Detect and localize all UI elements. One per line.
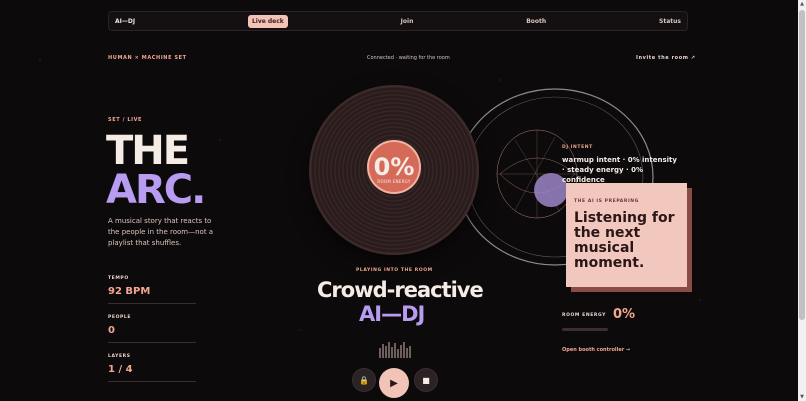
level-bar [391,347,393,358]
room-energy-value: 0% [613,307,636,322]
room-energy-caption: ROOM ENERGY [377,178,411,184]
nav-tab-live-deck[interactable]: Live deck [247,14,288,28]
level-bar [409,346,411,358]
set-label: HUMAN × MACHINE SET [108,55,187,61]
brand-logo[interactable]: AI—DJ [115,18,135,25]
invite-room-link[interactable]: Invite the room ↗ [636,55,696,61]
stat-value: 92 BPM [108,286,151,297]
stat-value: 0 [108,325,115,336]
hero-title-line1: THE [106,128,190,174]
scrollbar-thumb[interactable] [799,10,805,320]
open-booth-link[interactable]: Open booth controller → [562,347,630,353]
preparing-message: Listening for the next musical moment. [574,210,675,271]
dj-intent-eyebrow: DJ INTENT [562,145,593,150]
stop-button[interactable]: ■ [414,368,438,392]
level-bar [379,348,381,358]
stat-label: TEMPO [108,276,129,281]
set-eyebrow: SET / LIVE [108,117,143,123]
stat-tempo: TEMPO 92 BPM [108,276,196,304]
hero-title-line2: ARC. [106,167,206,213]
audio-level-meter [379,342,411,358]
stat-label: PEOPLE [108,315,132,320]
dj-intent-text: warmup intent · 0% intensity · steady en… [562,156,677,184]
scrollbar[interactable]: ▲ ▼ [798,0,806,401]
room-energy-bar [562,328,608,331]
connection-status: Connected · waiting for the room [367,55,450,61]
level-bar [403,342,405,358]
level-bar [394,343,396,358]
preparing-card: THE AI IS PREPARING Listening for the ne… [566,183,687,287]
stat-label: LAYERS [108,354,131,359]
lock-icon: 🔒 [359,375,369,385]
level-bar [397,349,399,358]
hero-tagline: A musical story that reacts to the peopl… [108,217,214,247]
play-icon: ▶ [390,377,398,389]
scroll-up-icon[interactable]: ▲ [799,1,805,7]
level-bar [382,344,384,358]
stat-layers: LAYERS 1 / 4 [108,354,196,382]
room-energy-label: ROOM ENERGY [562,313,606,318]
now-playing-title: Crowd-reactive [317,278,484,302]
level-bar [406,348,408,358]
level-bar [388,342,390,358]
nav-tab-join[interactable]: Join [401,18,414,25]
now-playing-subtitle: AI—DJ [359,302,425,326]
now-playing-eyebrow: PLAYING INTO THE ROOM [356,268,433,273]
stat-people: PEOPLE 0 [108,315,196,343]
preparing-eyebrow: THE AI IS PREPARING [574,199,639,204]
nav-tab-booth[interactable]: Booth [526,18,546,25]
nav-tab-status[interactable]: Status [659,18,681,25]
play-button[interactable]: ▶ [379,368,409,398]
stat-value: 1 / 4 [108,364,133,375]
stop-icon: ■ [422,375,430,385]
room-energy-percent: 0% [373,152,415,181]
level-bar [385,346,387,358]
top-nav: AI—DJ Live deck Join Booth Status [108,11,688,31]
record-label: 0% ROOM ENERGY [369,142,419,192]
scroll-down-icon[interactable]: ▼ [799,394,805,400]
lock-button[interactable]: 🔒 [352,368,376,392]
level-bar [400,345,402,358]
